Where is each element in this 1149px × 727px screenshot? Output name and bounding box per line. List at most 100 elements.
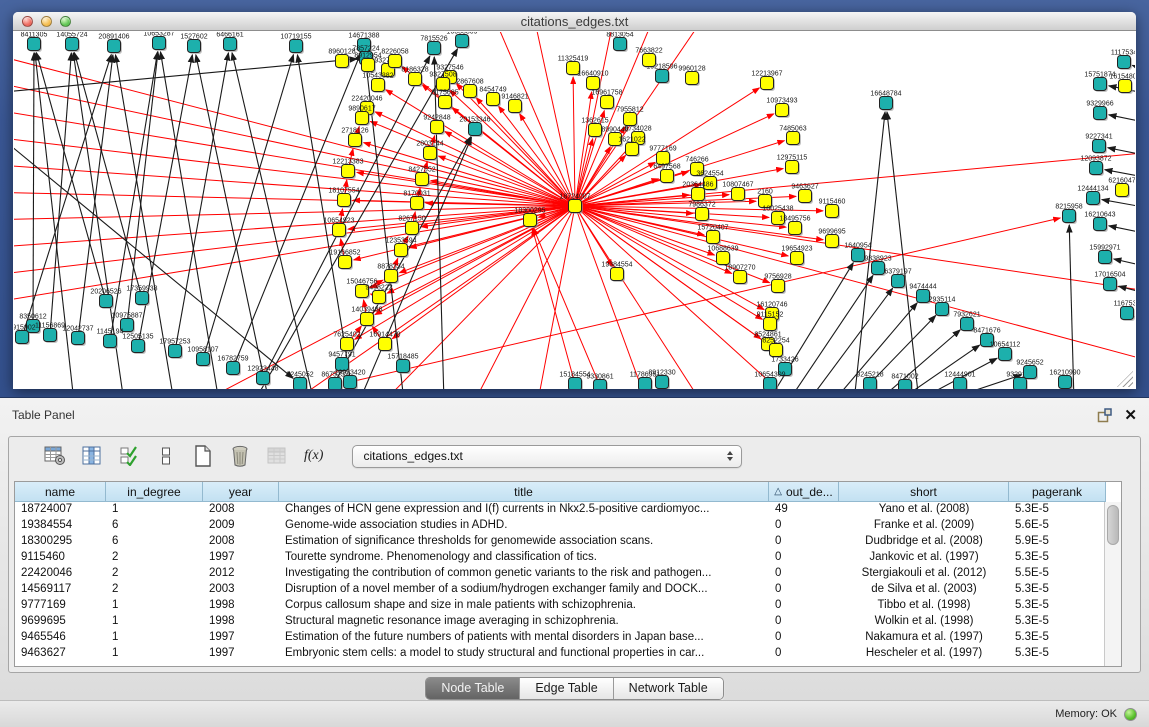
graph-node[interactable]: 14039488 xyxy=(351,307,382,328)
graph-node[interactable]: 17016504 xyxy=(1094,272,1125,293)
column-header-out_degree[interactable]: △out_de... xyxy=(769,482,839,502)
table-row[interactable]: 977716911998Corpus callosum shape and si… xyxy=(15,598,1121,614)
graph-node[interactable]: 15992971 xyxy=(1089,245,1120,266)
graph-node[interactable]: 18107554 xyxy=(328,188,359,209)
graph-node[interactable]: 8215958 xyxy=(1055,204,1082,225)
delete-icon[interactable] xyxy=(228,445,252,467)
graph-node[interactable]: 16782759 xyxy=(217,356,248,377)
graph-node[interactable]: 12975115 xyxy=(777,155,808,176)
graph-node[interactable]: 14055724 xyxy=(56,32,87,52)
graph-node[interactable]: 10653287 xyxy=(143,32,174,51)
tab-node-table[interactable]: Node Table xyxy=(426,678,520,699)
graph-node[interactable]: 18907270 xyxy=(724,265,755,286)
graph-node[interactable]: 12213967 xyxy=(751,71,782,92)
float-window-icon[interactable] xyxy=(1097,408,1112,423)
scrollbar-thumb[interactable] xyxy=(1107,505,1119,545)
graph-node[interactable]: 9329966 xyxy=(1086,101,1113,122)
table-row[interactable]: 1456911722003Disruption of a novel membe… xyxy=(15,582,1121,598)
graph-node[interactable]: 16914479 xyxy=(369,332,400,353)
close-panel-icon[interactable]: ✕ xyxy=(1124,408,1137,423)
new-file-icon[interactable] xyxy=(191,445,215,467)
graph-node[interactable]: 12353594 xyxy=(385,238,416,259)
graph-node[interactable]: 6379197 xyxy=(884,269,911,290)
graph-node[interactable]: 20364486 xyxy=(682,182,713,203)
graph-node[interactable]: 6466161 xyxy=(216,32,243,52)
vertical-scrollbar[interactable] xyxy=(1104,502,1121,666)
table-row[interactable]: 946362711997Embryonic stem cells: a mode… xyxy=(15,646,1121,662)
graph-node[interactable]: 8813054 xyxy=(606,32,633,52)
column-header-in_degree[interactable]: in_degree xyxy=(106,482,203,502)
table-row[interactable]: 946554611997Estimation of the future num… xyxy=(15,630,1121,646)
graph-node[interactable]: 7625402 xyxy=(333,332,360,353)
graph-node[interactable]: 10958107 xyxy=(187,347,218,368)
table-mode-icon[interactable] xyxy=(43,445,67,467)
column-header-pagerank[interactable]: pagerank xyxy=(1009,482,1106,502)
import-table-icon[interactable] xyxy=(265,445,289,467)
function-builder-icon[interactable]: f(x) xyxy=(304,448,323,464)
graph-node[interactable]: 7815526 xyxy=(420,36,447,57)
graph-node[interactable]: 9463627 xyxy=(791,184,818,205)
window-titlebar[interactable]: citations_edges.txt xyxy=(13,12,1136,31)
graph-node[interactable]: 8960128 xyxy=(328,49,355,70)
column-header-name[interactable]: name xyxy=(15,482,106,502)
edit-columns-icon[interactable] xyxy=(117,445,141,467)
table-row[interactable]: 1872400712008Changes of HCN gene express… xyxy=(15,502,1121,518)
graph-node[interactable]: 10719155 xyxy=(280,34,311,55)
graph-node[interactable]: 9242848 xyxy=(423,115,450,136)
graph-node[interactable]: 9227341 xyxy=(1085,134,1112,155)
table-row[interactable]: 2242004622012Investigating the contribut… xyxy=(15,566,1121,582)
tab-edge-table[interactable]: Edge Table xyxy=(520,678,613,699)
graph-node[interactable]: 7986372 xyxy=(688,202,715,223)
graph-node[interactable]: 9115460 xyxy=(819,199,846,220)
graph-node[interactable]: 9960128 xyxy=(678,66,705,87)
graph-node[interactable]: 2935114 xyxy=(929,297,956,318)
graph-node[interactable]: 16154808 xyxy=(1109,74,1135,95)
graph-node[interactable]: 9756928 xyxy=(764,274,791,295)
graph-node[interactable]: 19384554 xyxy=(601,262,632,283)
graph-node[interactable]: 12505135 xyxy=(122,334,153,355)
graph-node[interactable]: 16648784 xyxy=(870,91,901,112)
graph-node[interactable]: 8170031 xyxy=(403,191,430,212)
table-row[interactable]: 1938455462009Genome-wide association stu… xyxy=(15,518,1121,534)
graph-node[interactable]: 2803144 xyxy=(416,141,443,162)
table-selector-dropdown[interactable]: citations_edges.txt xyxy=(352,445,742,468)
graph-node[interactable]: 12213383 xyxy=(332,159,363,180)
graph-node[interactable]: 1117534 xyxy=(1111,50,1135,71)
graph-node[interactable]: 1527602 xyxy=(180,34,207,55)
graph-node[interactable]: 12444901 xyxy=(944,372,975,390)
table-row[interactable]: 911546021997Tourette syndrome. Phenomeno… xyxy=(15,550,1121,566)
graph-node[interactable]: 6216047 xyxy=(1108,178,1135,199)
graph-node[interactable]: 12093872 xyxy=(1080,156,1111,177)
graph-node[interactable]: 16033809 xyxy=(446,32,477,49)
graph-node[interactable]: 9146821 xyxy=(501,94,528,115)
graph-node[interactable]: 1621022 xyxy=(618,137,645,158)
table-row[interactable]: 969969511998Structural magnetic resonanc… xyxy=(15,614,1121,630)
graph-node[interactable]: 20891406 xyxy=(98,34,129,55)
graph-node[interactable]: 8411305 xyxy=(21,32,48,52)
graph-node[interactable]: 2718126 xyxy=(341,128,368,149)
tab-network-table[interactable]: Network Table xyxy=(614,678,723,699)
graph-node[interactable]: 3915902 xyxy=(14,325,36,346)
column-header-year[interactable]: year xyxy=(203,482,279,502)
graph-node[interactable]: 16210990 xyxy=(1049,370,1080,390)
graph-node[interactable]: 7485063 xyxy=(779,126,806,147)
graph-node[interactable]: 7955812 xyxy=(616,107,643,128)
column-header-short[interactable]: short xyxy=(839,482,1009,502)
graph-node[interactable]: 9115152 xyxy=(757,312,784,333)
network-view[interactable]: 1872400784113051405572420891406106532871… xyxy=(14,32,1135,389)
graph-node[interactable]: 9330861 xyxy=(586,374,613,390)
graph-node[interactable]: 9245218 xyxy=(856,372,883,390)
table-row[interactable]: 1830029562008Estimation of significance … xyxy=(15,534,1121,550)
graph-node[interactable]: 16640910 xyxy=(577,71,608,92)
graph-node[interactable]: 16210643 xyxy=(1084,212,1115,233)
graph-node[interactable]: 10688639 xyxy=(707,246,738,267)
graph-node[interactable]: 10543382 xyxy=(362,73,393,94)
graph-node[interactable]: 1167531 xyxy=(1114,301,1135,322)
column-visibility-icon[interactable] xyxy=(80,445,104,467)
graph-node[interactable]: 1145194 xyxy=(97,329,124,350)
column-header-title[interactable]: title xyxy=(279,482,769,502)
graph-node[interactable]: 17957253 xyxy=(159,339,190,360)
graph-node[interactable]: 17359938 xyxy=(126,286,157,307)
graph-node[interactable]: 9245052 xyxy=(286,372,313,390)
graph-node[interactable]: 8186328 xyxy=(401,67,428,88)
